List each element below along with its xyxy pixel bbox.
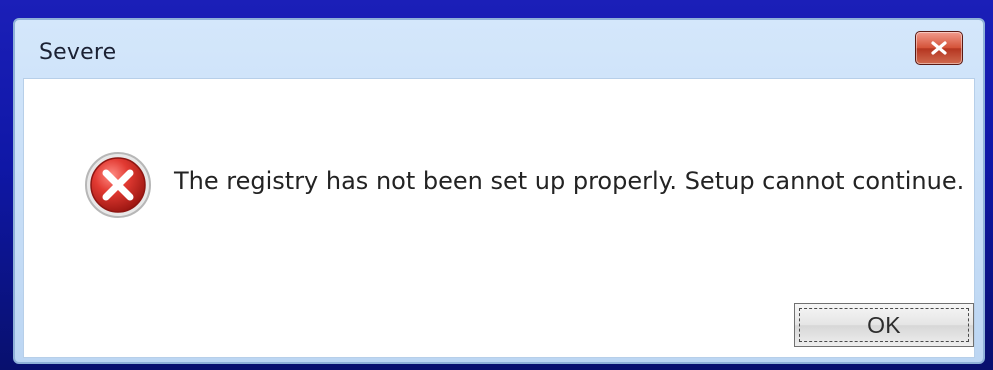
close-button[interactable] bbox=[915, 31, 963, 65]
ok-button[interactable]: OK bbox=[794, 303, 974, 347]
close-icon bbox=[928, 39, 950, 57]
title-bar[interactable]: Severe bbox=[15, 20, 983, 78]
error-message: The registry has not been set up properl… bbox=[174, 167, 965, 195]
ok-button-label: OK bbox=[867, 311, 901, 338]
error-icon bbox=[82, 149, 154, 221]
severe-dialog: Severe The registry has not been set up … bbox=[13, 18, 985, 364]
dialog-content: The registry has not been set up properl… bbox=[23, 78, 975, 358]
dialog-title: Severe bbox=[39, 40, 117, 65]
